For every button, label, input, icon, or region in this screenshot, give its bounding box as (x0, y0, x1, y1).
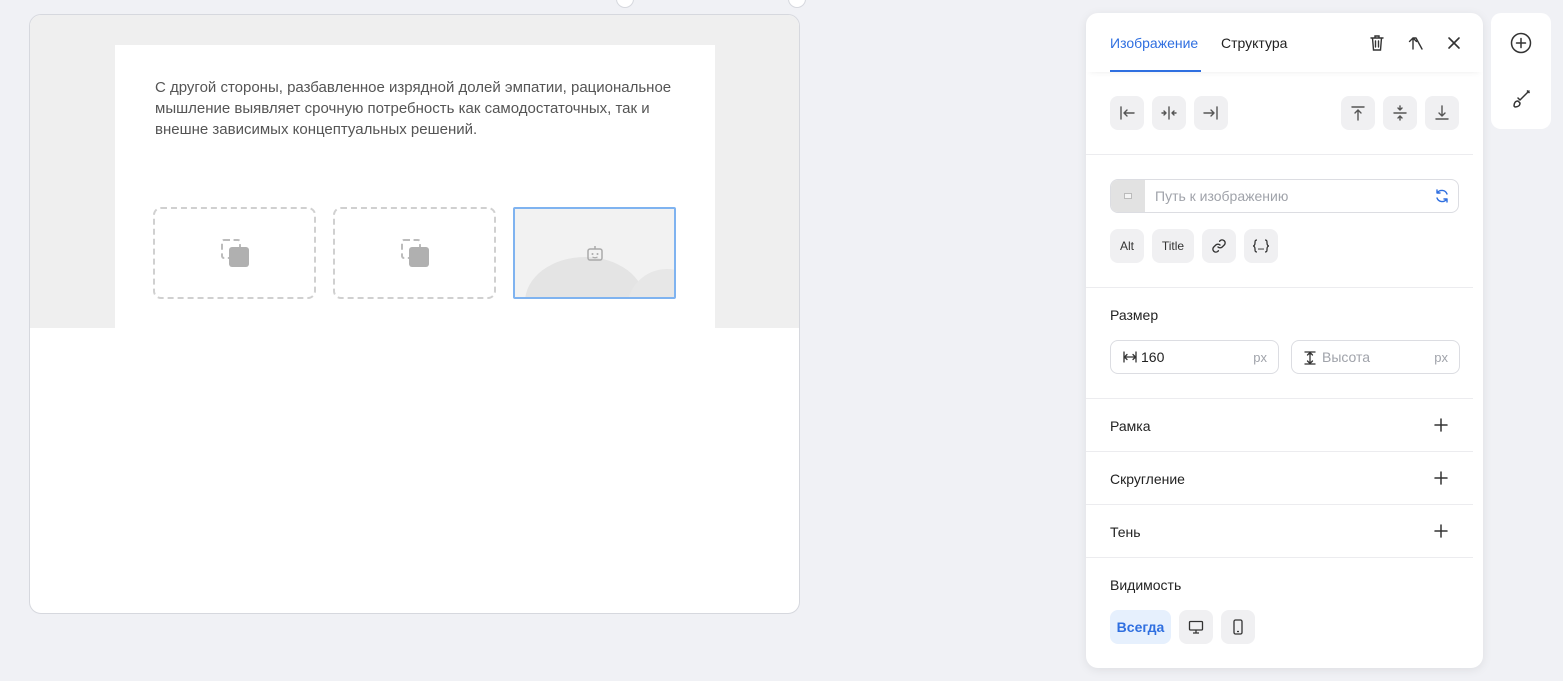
canvas-top-handle[interactable] (788, 0, 806, 8)
title-button[interactable]: Title (1152, 229, 1194, 263)
refresh-icon[interactable] (1434, 188, 1450, 204)
shadow-label: Тень (1110, 524, 1141, 540)
align-center-h-icon[interactable] (1152, 96, 1186, 130)
height-unit: px (1434, 350, 1448, 365)
desktop-icon[interactable] (1179, 610, 1213, 644)
align-left-icon[interactable] (1110, 96, 1144, 130)
image-placeholder-1[interactable] (153, 207, 316, 299)
brush-icon[interactable] (1509, 87, 1533, 111)
image-path-input[interactable] (1155, 188, 1425, 204)
border-label: Рамка (1110, 418, 1151, 434)
image-placeholder-icon (400, 239, 429, 267)
properties-panel: Изображение Структура Alt Tit (1086, 13, 1483, 668)
side-toolbar (1491, 13, 1551, 129)
width-icon (1123, 351, 1137, 363)
alt-button[interactable]: Alt (1110, 229, 1144, 263)
email-paragraph[interactable]: С другой стороны, разбавленное изрядной … (155, 77, 695, 140)
image-placeholder-icon (220, 239, 249, 267)
height-field[interactable]: px (1291, 340, 1460, 374)
active-tab-indicator (1110, 70, 1201, 72)
plus-icon[interactable] (1433, 470, 1449, 486)
width-unit: px (1253, 350, 1267, 365)
mobile-icon[interactable] (1221, 610, 1255, 644)
visibility-always-button[interactable]: Всегда (1110, 610, 1171, 644)
align-middle-v-icon[interactable] (1383, 96, 1417, 130)
image-path-field[interactable] (1110, 179, 1459, 213)
width-field[interactable]: px (1110, 340, 1279, 374)
image-thumbnail (1111, 180, 1145, 212)
align-top-icon[interactable] (1341, 96, 1375, 130)
panel-header: Изображение Структура (1086, 13, 1483, 72)
tab-structure[interactable]: Структура (1221, 35, 1287, 51)
image-placeholder-selected[interactable] (513, 207, 676, 299)
link-icon[interactable] (1202, 229, 1236, 263)
align-bottom-icon[interactable] (1425, 96, 1459, 130)
plus-icon[interactable] (1433, 523, 1449, 539)
robot-icon (586, 246, 603, 261)
close-icon[interactable] (1444, 33, 1464, 53)
width-input[interactable] (1141, 349, 1241, 365)
canvas-top-handle[interactable] (616, 0, 634, 8)
parent-select-icon[interactable] (1406, 33, 1426, 53)
height-input[interactable] (1322, 349, 1422, 365)
image-placeholder-2[interactable] (333, 207, 496, 299)
email-canvas: С другой стороны, разбавленное изрядной … (29, 14, 800, 614)
size-label: Размер (1110, 307, 1159, 323)
align-right-icon[interactable] (1194, 96, 1228, 130)
variable-icon[interactable] (1244, 229, 1278, 263)
tab-image[interactable]: Изображение (1110, 35, 1198, 51)
radius-label: Скругление (1110, 471, 1185, 487)
add-circle-icon[interactable] (1509, 31, 1533, 55)
trash-icon[interactable] (1367, 33, 1387, 53)
visibility-label: Видимость (1110, 577, 1182, 593)
email-content-block[interactable]: С другой стороны, разбавленное изрядной … (115, 45, 715, 328)
height-icon (1304, 351, 1316, 365)
plus-icon[interactable] (1433, 417, 1449, 433)
